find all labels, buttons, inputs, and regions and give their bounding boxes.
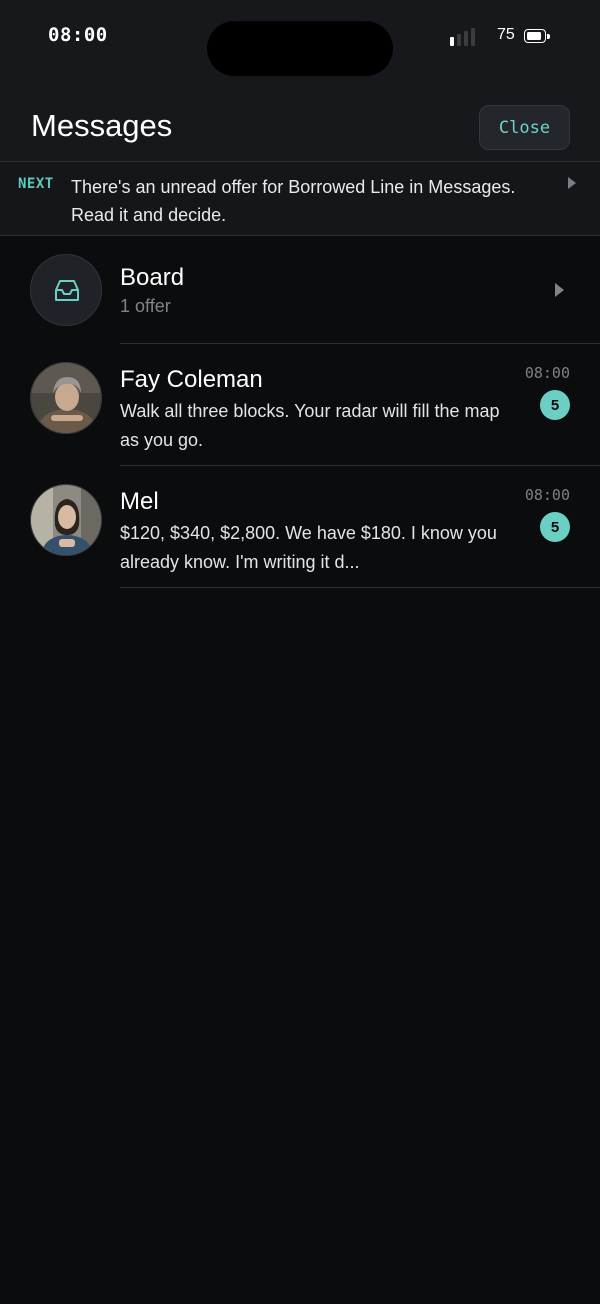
conversation-row-fay-coleman[interactable]: Fay Coleman Walk all three blocks. Your … xyxy=(0,344,600,466)
chevron-right-icon xyxy=(568,177,576,189)
next-banner[interactable]: NEXT There's an unread offer for Borrowe… xyxy=(0,162,600,236)
avatar xyxy=(30,362,102,434)
board-title: Board xyxy=(120,264,185,291)
contact-name: Mel xyxy=(120,488,159,515)
contact-name: Fay Coleman xyxy=(120,366,263,393)
unread-badge: 5 xyxy=(540,512,570,542)
unread-badge: 5 xyxy=(540,390,570,420)
message-preview: Walk all three blocks. Your radar will f… xyxy=(120,401,500,450)
message-preview: $120, $340, $2,800. We have $180. I know… xyxy=(120,523,497,572)
status-bar: 08:00 75 xyxy=(0,0,600,80)
board-row[interactable]: Board 1 offer xyxy=(0,236,600,344)
message-time: 08:00 xyxy=(524,486,570,504)
row-divider xyxy=(120,587,600,588)
battery-percent: 75 xyxy=(497,26,515,43)
board-avatar xyxy=(30,254,102,326)
dynamic-island xyxy=(207,21,393,76)
status-time: 08:00 xyxy=(48,24,108,46)
inbox-tray-icon xyxy=(55,280,79,301)
next-banner-text: There's an unread offer for Borrowed Lin… xyxy=(71,177,516,225)
next-tag: NEXT xyxy=(18,176,54,192)
close-button[interactable]: Close xyxy=(479,105,570,150)
board-subtitle: 1 offer xyxy=(120,296,171,316)
chevron-right-icon xyxy=(555,283,564,297)
message-time: 08:00 xyxy=(524,364,570,382)
conversation-row-mel[interactable]: Mel $120, $340, $2,800. We have $180. I … xyxy=(0,466,600,588)
battery-icon xyxy=(524,29,550,43)
signal-strength-icon xyxy=(450,28,486,46)
avatar xyxy=(30,484,102,556)
page-title: Messages xyxy=(31,108,173,143)
